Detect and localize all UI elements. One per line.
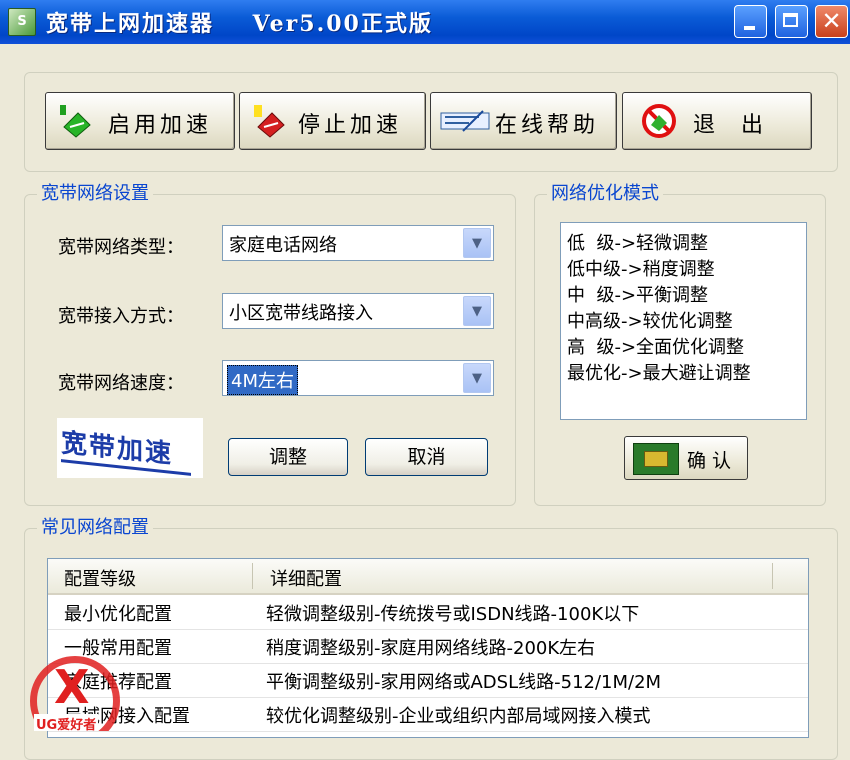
close-icon: ✕ <box>821 7 842 35</box>
optimize-mode-title: 网络优化模式 <box>547 182 663 206</box>
cancel-button[interactable]: 取消 <box>365 438 488 476</box>
chevron-down-icon[interactable]: ▼ <box>463 296 491 326</box>
column-divider[interactable] <box>772 563 773 589</box>
close-button[interactable]: ✕ <box>815 5 848 38</box>
chip-icon <box>633 443 679 475</box>
column-header-detail[interactable]: 详细配置 <box>270 565 342 591</box>
exit-icon <box>642 104 676 138</box>
stop-accel-icon <box>254 105 285 138</box>
network-speed-label: 宽带网络速度： <box>58 373 184 394</box>
network-type-select[interactable]: 家庭电话网络 ▼ <box>222 225 494 261</box>
broadband-accel-logo: 宽带加速 <box>57 418 203 478</box>
list-item[interactable]: 中 级->平衡调整 <box>567 281 708 307</box>
exit-button[interactable]: 退 出 <box>622 92 812 150</box>
network-speed-value: 4M左右 <box>227 365 298 395</box>
access-mode-select[interactable]: 小区宽带线路接入 ▼ <box>222 293 494 329</box>
stop-accel-label: 停止加速 <box>298 113 403 138</box>
chevron-down-icon[interactable]: ▼ <box>463 363 491 393</box>
maximize-icon <box>783 13 798 27</box>
help-icon <box>440 110 490 132</box>
table-row[interactable]: 一般常用配置 稍度调整级别-家庭用网络线路-200K左右 <box>48 629 808 664</box>
list-item[interactable]: 中高级->较优化调整 <box>567 307 733 333</box>
table-row[interactable]: 家庭推荐配置 平衡调整级别-家用网络或ADSL线路-512/1M/2M <box>48 663 808 698</box>
table-row[interactable]: 局域网接入配置 较优化调整级别-企业或组织内部局域网接入模式 <box>48 697 808 732</box>
column-header-level[interactable]: 配置等级 <box>64 565 136 591</box>
config-detail-cell: 稍度调整级别-家庭用网络线路-200K左右 <box>266 638 596 659</box>
start-accel-label: 启用加速 <box>108 113 213 138</box>
app-icon[interactable]: S <box>8 8 36 36</box>
config-detail-cell: 较优化调整级别-企业或组织内部局域网接入模式 <box>266 706 651 727</box>
online-help-label: 在线帮助 <box>495 113 600 138</box>
start-accel-icon <box>60 105 91 138</box>
access-mode-label: 宽带接入方式： <box>58 306 184 327</box>
chevron-down-icon[interactable]: ▼ <box>463 228 491 258</box>
watermark-text: UG爱好者 <box>34 714 99 731</box>
confirm-button[interactable]: 确认 <box>624 436 748 480</box>
adjust-button[interactable]: 调整 <box>228 438 348 476</box>
title-bar[interactable]: S 宽带上网加速器 Ver5.00正式版 ✕ <box>0 0 850 44</box>
watermark-x-icon: X <box>54 660 90 714</box>
config-table: 配置等级 详细配置 最小优化配置 轻微调整级别-传统拨号或ISDN线路-100K… <box>47 558 809 738</box>
minimize-icon <box>744 26 755 30</box>
list-item[interactable]: 高 级->全面优化调整 <box>567 333 744 359</box>
network-type-value: 家庭电话网络 <box>229 235 337 256</box>
config-detail-cell: 平衡调整级别-家用网络或ADSL线路-512/1M/2M <box>266 672 662 693</box>
broadband-settings-title: 宽带网络设置 <box>37 182 153 206</box>
network-speed-select[interactable]: 4M左右 ▼ <box>222 360 494 396</box>
list-item[interactable]: 低 级->轻微调整 <box>567 229 708 255</box>
list-item[interactable]: 低中级->稍度调整 <box>567 255 715 281</box>
list-item[interactable]: 最优化->最大避让调整 <box>567 359 751 385</box>
online-help-button[interactable]: 在线帮助 <box>430 92 617 150</box>
confirm-label: 确认 <box>687 450 738 472</box>
stop-accel-button[interactable]: 停止加速 <box>239 92 426 150</box>
table-row[interactable]: 最小优化配置 轻微调整级别-传统拨号或ISDN线路-100K以下 <box>48 595 808 630</box>
watermark-logo: X UG爱好者 <box>22 654 132 731</box>
exit-label: 退 出 <box>693 113 767 138</box>
optimize-mode-list[interactable]: 低 级->轻微调整 低中级->稍度调整 中 级->平衡调整 中高级->较优化调整… <box>560 222 807 420</box>
network-type-label: 宽带网络类型： <box>58 237 184 258</box>
minimize-button[interactable] <box>734 5 767 38</box>
maximize-button[interactable] <box>775 5 808 38</box>
start-accel-button[interactable]: 启用加速 <box>45 92 235 150</box>
common-config-title: 常见网络配置 <box>37 516 153 540</box>
config-detail-cell: 轻微调整级别-传统拨号或ISDN线路-100K以下 <box>266 604 640 625</box>
window-title: 宽带上网加速器 Ver5.00正式版 <box>46 11 433 37</box>
access-mode-value: 小区宽带线路接入 <box>229 303 373 324</box>
table-header: 配置等级 详细配置 <box>48 559 808 595</box>
config-level-cell: 最小优化配置 <box>64 604 172 625</box>
column-divider[interactable] <box>252 563 253 589</box>
